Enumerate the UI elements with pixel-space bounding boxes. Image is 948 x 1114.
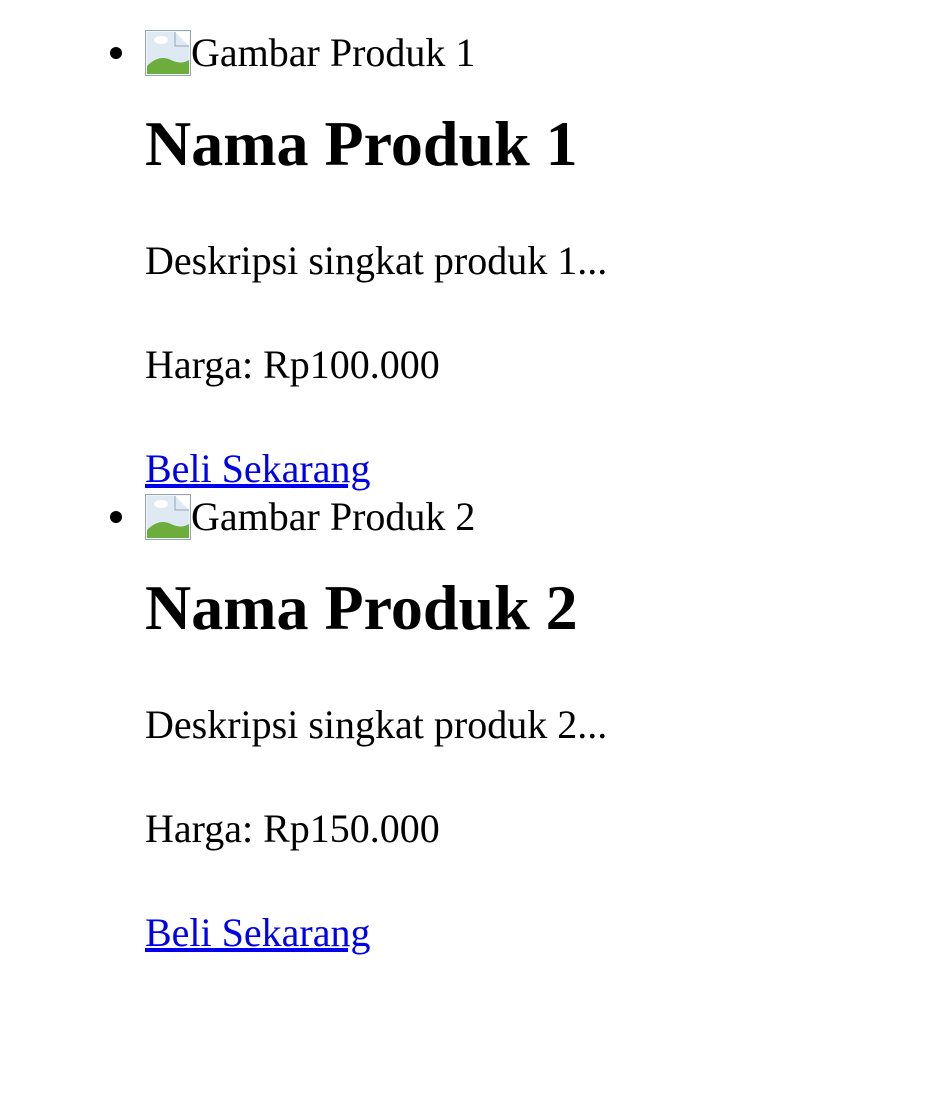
product-image: Gambar Produk 2 (145, 493, 948, 541)
product-price: Harga: Rp100.000 (145, 342, 440, 387)
product-name: Nama Produk 1 (145, 108, 578, 179)
product-item: Gambar Produk 1 Nama Produk 1 Deskripsi … (0, 0, 948, 493)
product-description: Deskripsi singkat produk 2... (145, 702, 608, 747)
product-name: Nama Produk 2 (145, 572, 578, 643)
buy-now-link[interactable]: Beli Sekarang (145, 445, 371, 493)
product-image: Gambar Produk 1 (145, 29, 948, 77)
product-list: Gambar Produk 1 Nama Produk 1 Deskripsi … (0, 0, 948, 957)
buy-now-link[interactable]: Beli Sekarang (145, 909, 371, 957)
broken-image-icon (145, 494, 191, 540)
image-alt-text: Gambar Produk 2 (191, 494, 476, 539)
broken-image-icon (145, 30, 191, 76)
list-bullet (110, 511, 122, 523)
product-item: Gambar Produk 2 Nama Produk 2 Deskripsi … (0, 493, 948, 957)
product-price: Harga: Rp150.000 (145, 806, 440, 851)
list-bullet (110, 47, 122, 59)
image-alt-text: Gambar Produk 1 (191, 30, 476, 75)
product-description: Deskripsi singkat produk 1... (145, 238, 608, 283)
